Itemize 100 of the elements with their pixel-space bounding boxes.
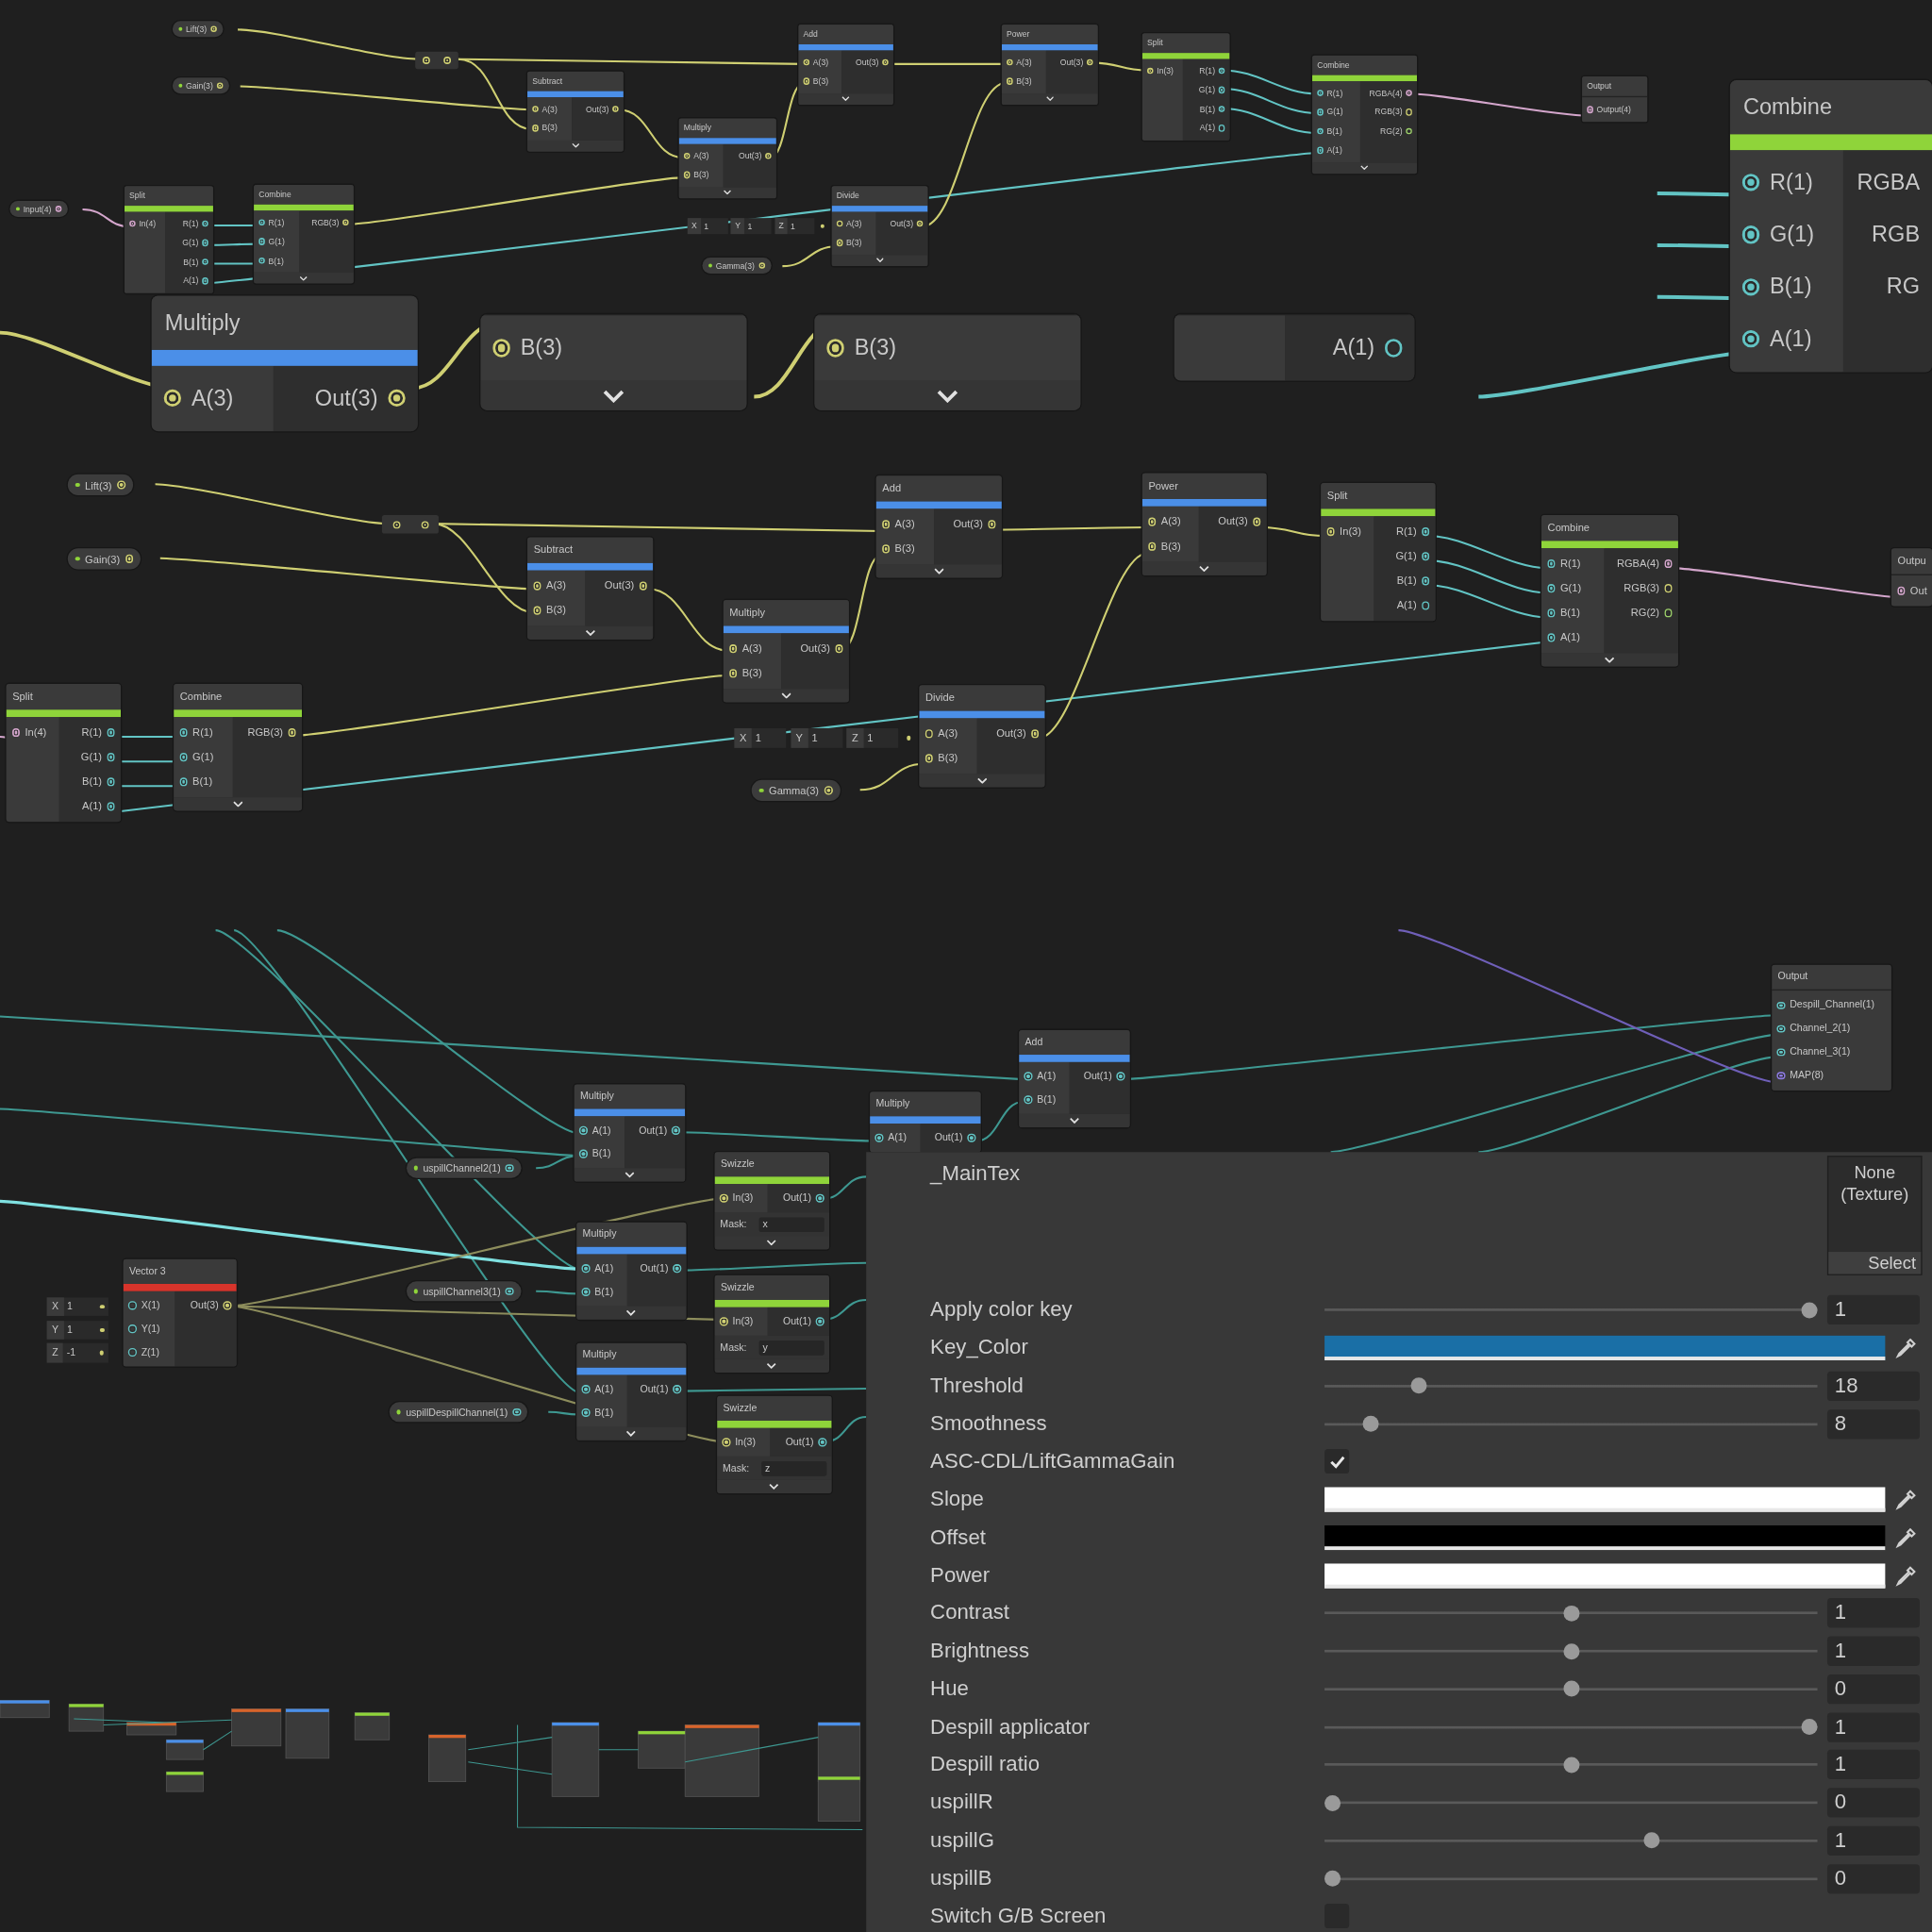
- number-field[interactable]: 1: [1827, 1598, 1920, 1628]
- number-field[interactable]: 1: [1827, 1636, 1920, 1667]
- node-card[interactable]: Split In(4) R(1) G(1) B(1) A(1): [124, 186, 213, 293]
- property-label: Despill applicator: [930, 1714, 1091, 1740]
- port-label: Y(1): [141, 1323, 160, 1335]
- number-field[interactable]: 1: [1827, 1825, 1920, 1856]
- port-label: B(3): [693, 170, 709, 179]
- node-card[interactable]: Power A(3) B(3) Out(3): [1001, 25, 1098, 105]
- number-field[interactable]: 1: [1827, 1712, 1920, 1742]
- number-field[interactable]: 0: [1827, 1788, 1920, 1818]
- property-label: Apply color key: [930, 1297, 1074, 1323]
- number-field[interactable]: 1: [744, 221, 772, 230]
- property-node[interactable]: Gamma(3): [702, 258, 772, 275]
- port-label: A(3): [846, 219, 862, 228]
- node-card[interactable]: Power A(3) B(3) Out(3): [1141, 473, 1267, 576]
- node-card[interactable]: Divide A(3) B(3) Out(3): [919, 685, 1045, 788]
- number-field[interactable]: 1: [701, 221, 728, 230]
- port-label: R(1): [81, 725, 103, 739]
- texture-slot[interactable]: None (Texture) Select: [1827, 1156, 1923, 1275]
- property-node[interactable]: Gain(3): [172, 77, 229, 94]
- node-card[interactable]: Combine R(1) G(1) B(1) A(1) RGBA RGB RG: [1729, 79, 1932, 372]
- node-title: Output: [1772, 964, 1891, 990]
- number-field[interactable]: 1: [63, 1301, 97, 1313]
- number-field[interactable]: 1: [863, 731, 899, 744]
- axis-label: Z: [46, 1342, 63, 1363]
- property-node[interactable]: uspillChannel2(1): [407, 1158, 521, 1178]
- number-field[interactable]: 1: [751, 731, 787, 744]
- property-node[interactable]: Lift(3): [172, 21, 224, 38]
- node-card[interactable]: Split In(4) R(1) G(1) B(1) A(1): [6, 683, 121, 822]
- property-label: ASC-CDL/LiftGammaGain: [930, 1449, 1176, 1474]
- node-title: Multiply: [576, 1342, 687, 1368]
- port-label: MAP(8): [1790, 1070, 1824, 1081]
- number-field[interactable]: 1: [1827, 1750, 1920, 1780]
- select-button[interactable]: Select: [1828, 1252, 1922, 1274]
- port-label: In(4): [139, 219, 157, 228]
- node-card[interactable]: Multiply A(3) B(3) Out(3): [723, 600, 849, 703]
- port-label: A(3): [541, 105, 558, 114]
- node-card[interactable]: Combine R(1) G(1) B(1) RGB(3): [174, 683, 302, 811]
- property-node[interactable]: Lift(3): [67, 474, 133, 496]
- node-title: Split: [6, 683, 121, 710]
- number-field[interactable]: 18: [1827, 1371, 1920, 1401]
- node-card[interactable]: Multiply A(3) Out(3): [151, 295, 418, 431]
- number-field[interactable]: 0: [1827, 1674, 1920, 1705]
- port-label: Out(3): [890, 219, 913, 228]
- node-card[interactable]: Output Output(4): [1582, 76, 1648, 122]
- node-title: Outpu: [1890, 548, 1932, 575]
- number-field[interactable]: -1: [62, 1347, 96, 1358]
- number-field[interactable]: 0: [1827, 1863, 1920, 1893]
- node-card[interactable]: Swizzle In(3) Out(1) Mask: y: [714, 1274, 829, 1374]
- node-card[interactable]: A(1): [1174, 314, 1415, 381]
- port-label: Out(1): [785, 1436, 814, 1448]
- port-label: B(1): [1770, 274, 1812, 300]
- port-label: B(1): [1559, 606, 1580, 619]
- port-label: A(1): [594, 1383, 614, 1395]
- node-card[interactable]: Multiply A(1) B(1) Out(1): [576, 1342, 687, 1441]
- port-label: RGB(3): [1374, 108, 1403, 117]
- port-label: Out(1): [783, 1192, 811, 1204]
- port-label: Out(3): [1059, 58, 1084, 67]
- node-card[interactable]: Add A(3) B(3) Out(3): [798, 25, 893, 105]
- node-card[interactable]: Vector 3 X(1) Y(1) Z(1) Out(3): [123, 1258, 237, 1368]
- property-node[interactable]: uspillDespillChannel(1): [389, 1402, 528, 1423]
- node-card[interactable]: Subtract A(3) B(3) Out(3): [527, 537, 654, 641]
- node-card[interactable]: Outpu Out: [1890, 548, 1932, 607]
- node-card[interactable]: Add A(3) B(3) Out(3): [875, 475, 1002, 578]
- node-card[interactable]: Combine R(1) G(1) B(1) RGB(3): [254, 184, 354, 284]
- property-node[interactable]: Gamma(3): [751, 779, 841, 801]
- number-field[interactable]: 1: [1827, 1295, 1920, 1325]
- property-node[interactable]: uspillChannel3(1): [407, 1281, 521, 1302]
- node-card[interactable]: Combine R(1) G(1) B(1) A(1) RGBA(4) RGB(3) RG(2): [1541, 514, 1678, 667]
- mask-field[interactable]: z: [760, 1461, 826, 1476]
- property-label: Power: [930, 1563, 991, 1589]
- port-label: Out(3): [996, 727, 1026, 741]
- node-card[interactable]: Multiply A(1) B(1) Out(1): [574, 1084, 686, 1182]
- mask-field[interactable]: x: [758, 1217, 824, 1232]
- property-label: Gain(3): [186, 81, 213, 91]
- node-card[interactable]: B(3): [480, 314, 747, 411]
- port-label: In(3): [735, 1436, 756, 1448]
- port-label: X(1): [141, 1299, 160, 1311]
- node-card[interactable]: Swizzle In(3) Out(1) Mask: z: [717, 1395, 832, 1494]
- node-card[interactable]: Split In(3) R(1) G(1) B(1) A(1): [1141, 33, 1230, 141]
- node-card[interactable]: Divide A(3) B(3) Out(3): [831, 186, 928, 266]
- number-field[interactable]: 1: [788, 221, 815, 230]
- number-field[interactable]: 1: [808, 731, 843, 744]
- port-label: Out(3): [953, 517, 983, 530]
- node-card[interactable]: Subtract A(3) B(3) Out(3): [527, 71, 624, 152]
- number-field[interactable]: 8: [1827, 1408, 1920, 1440]
- node-card[interactable]: Multiply A(3) B(3) Out(3): [678, 118, 776, 198]
- node-card[interactable]: Swizzle In(3) Out(1) Mask: x: [714, 1152, 829, 1250]
- node-card[interactable]: Output Despill_Channel(1) Channel_2(1) Channel_3(1) MAP(8): [1772, 964, 1891, 1091]
- property-node[interactable]: Input(4): [9, 200, 68, 218]
- mask-field[interactable]: y: [758, 1341, 824, 1356]
- node-card[interactable]: Split In(3) R(1) G(1) B(1) A(1): [1321, 483, 1436, 621]
- number-field[interactable]: 1: [63, 1324, 97, 1336]
- node-card[interactable]: Multiply A(1) B(1) Out(1): [576, 1222, 687, 1321]
- node-card[interactable]: B(3): [814, 314, 1081, 411]
- node-card[interactable]: Multiply A(1) Out(1): [870, 1091, 981, 1153]
- port-label: G(1): [192, 750, 214, 763]
- node-card[interactable]: Combine R(1) G(1) B(1) A(1) RGBA(4) RGB(3) RG(2): [1312, 55, 1418, 174]
- property-node[interactable]: Gain(3): [67, 548, 142, 570]
- node-card[interactable]: Add A(1) B(1) Out(1): [1019, 1029, 1130, 1128]
